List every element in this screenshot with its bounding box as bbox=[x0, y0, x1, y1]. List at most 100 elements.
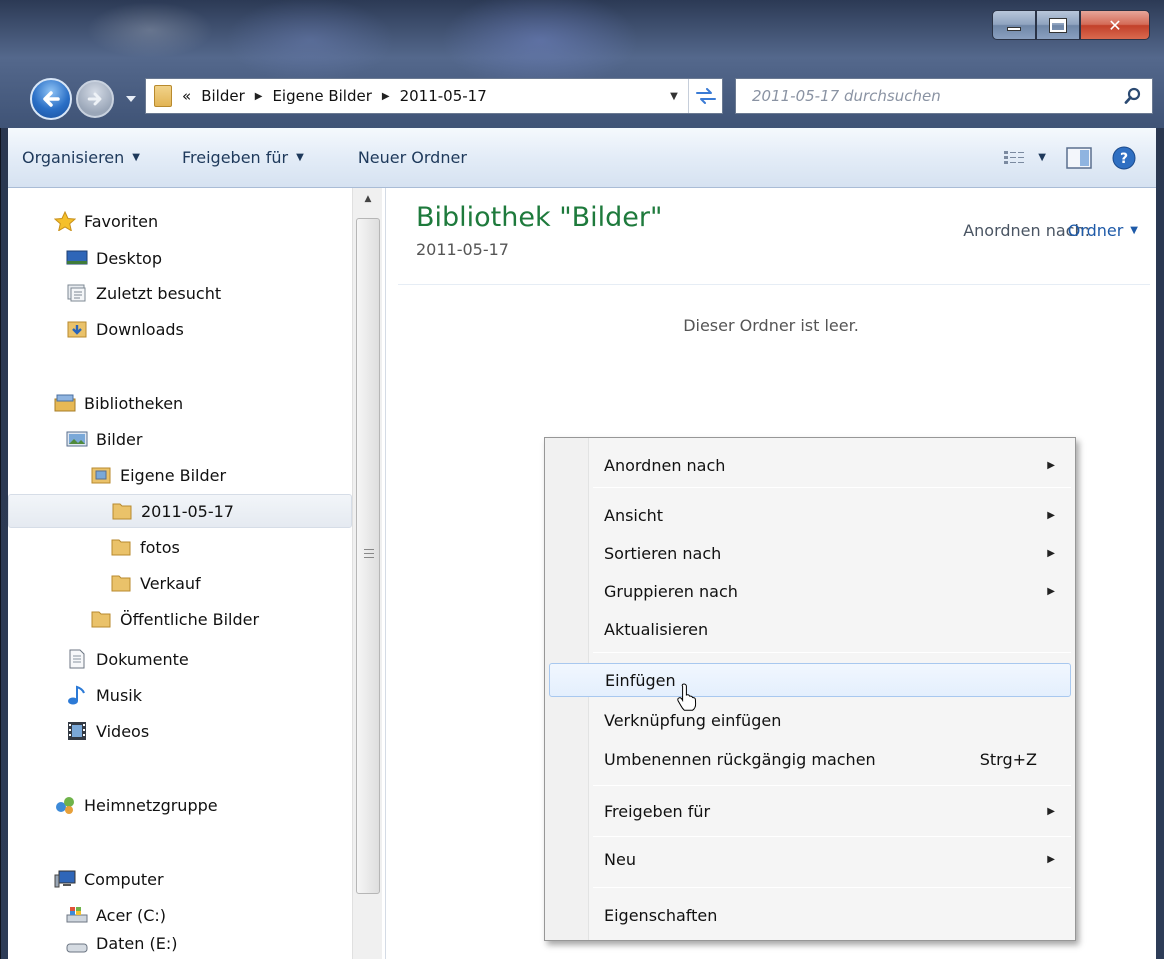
nav-computer[interactable]: Computer bbox=[54, 862, 164, 896]
folder-icon bbox=[112, 503, 132, 520]
submenu-arrow-icon: ▶ bbox=[1047, 805, 1055, 817]
menu-item-new[interactable]: Neu ▶ bbox=[549, 842, 1071, 876]
empty-folder-message: Dieser Ordner ist leer. bbox=[683, 316, 859, 335]
preview-pane-icon[interactable] bbox=[1066, 146, 1092, 169]
menu-item-undo-rename[interactable]: Umbenennen rückgängig machen Strg+Z bbox=[549, 742, 1071, 776]
menu-item-label: Aktualisieren bbox=[604, 619, 709, 639]
nav-drive-e-label: Daten (E:) bbox=[96, 934, 178, 953]
documents-icon bbox=[69, 649, 85, 669]
submenu-arrow-icon: ▶ bbox=[1047, 585, 1055, 597]
library-subtitle: 2011-05-17 bbox=[416, 240, 509, 259]
arrange-by-dropdown[interactable]: Ordner ▼ bbox=[1068, 221, 1138, 240]
breadcrumb-eigene-bilder[interactable]: Eigene Bilder bbox=[272, 87, 371, 105]
arrange-by-value: Ordner bbox=[1067, 221, 1124, 240]
desktop-icon bbox=[66, 250, 88, 265]
nav-drive-e[interactable]: Daten (E:) bbox=[66, 932, 177, 959]
menu-item-label: Freigeben für bbox=[604, 801, 711, 821]
nav-my-pictures[interactable]: Eigene Bilder bbox=[90, 458, 226, 492]
menu-item-arrange-by[interactable]: Anordnen nach ▶ bbox=[549, 448, 1071, 482]
nav-recent-places[interactable]: Zuletzt besucht bbox=[66, 276, 221, 310]
grip-icon bbox=[364, 549, 374, 561]
nav-downloads-label: Downloads bbox=[96, 319, 184, 339]
nav-folder-selected-label: 2011-05-17 bbox=[141, 501, 234, 521]
nav-music[interactable]: Musik bbox=[66, 678, 142, 712]
nav-videos-label: Videos bbox=[96, 721, 150, 741]
search-box[interactable]: 2011-05-17 durchsuchen bbox=[735, 78, 1153, 114]
back-button[interactable] bbox=[30, 78, 72, 120]
nav-desktop-label: Desktop bbox=[96, 248, 162, 268]
nav-homegroup[interactable]: Heimnetzgruppe bbox=[54, 788, 218, 822]
breadcrumb-current-folder[interactable]: 2011-05-17 bbox=[400, 87, 487, 105]
nav-public-pictures-label: Öffentliche Bilder bbox=[120, 609, 260, 629]
chevron-down-icon bbox=[126, 96, 136, 102]
maximize-button[interactable] bbox=[1036, 10, 1080, 40]
nav-videos[interactable]: Videos bbox=[66, 714, 149, 748]
close-button[interactable]: ✕ bbox=[1080, 10, 1150, 40]
chevron-down-icon: ▼ bbox=[132, 152, 140, 163]
share-with-button[interactable]: Freigeben für ▼ bbox=[170, 148, 316, 167]
libraries-icon bbox=[54, 394, 76, 412]
scroll-up-button[interactable]: ▲ bbox=[353, 188, 383, 212]
computer-icon bbox=[54, 870, 76, 888]
help-icon[interactable]: ? bbox=[1112, 146, 1136, 170]
refresh-button[interactable] bbox=[688, 79, 722, 113]
nav-drive-c[interactable]: Acer (C:) bbox=[66, 898, 166, 932]
search-icon[interactable] bbox=[1124, 87, 1142, 105]
menu-item-label: Neu bbox=[604, 849, 636, 869]
folder-icon bbox=[91, 611, 111, 628]
folder-icon bbox=[111, 539, 131, 556]
menu-separator bbox=[593, 487, 1071, 488]
command-bar: Organisieren ▼ Freigeben für ▼ Neuer Ord… bbox=[8, 128, 1156, 188]
address-dropdown-button[interactable]: ▼ bbox=[660, 91, 688, 102]
organize-label: Organisieren bbox=[22, 148, 125, 167]
breadcrumb-arrow-icon[interactable]: ▶ bbox=[382, 91, 390, 102]
nav-libraries[interactable]: Bibliotheken bbox=[54, 386, 183, 420]
folder-icon bbox=[111, 575, 131, 592]
refresh-icon bbox=[695, 88, 716, 104]
menu-item-share-with[interactable]: Freigeben für ▶ bbox=[549, 794, 1071, 828]
nav-pictures[interactable]: Bilder bbox=[66, 422, 142, 456]
menu-item-refresh[interactable]: Aktualisieren bbox=[549, 612, 1071, 646]
recent-pages-dropdown[interactable] bbox=[120, 88, 142, 110]
nav-favorites[interactable]: Favoriten bbox=[54, 204, 158, 238]
nav-folder-verkauf-label: Verkauf bbox=[140, 573, 201, 593]
menu-item-label: Umbenennen rückgängig machen bbox=[604, 749, 876, 769]
menu-item-group-by[interactable]: Gruppieren nach ▶ bbox=[549, 574, 1071, 608]
menu-item-paste-shortcut[interactable]: Verknüpfung einfügen bbox=[549, 703, 1071, 737]
back-arrow-icon bbox=[43, 91, 60, 107]
submenu-arrow-icon: ▶ bbox=[1047, 853, 1055, 865]
music-note-icon bbox=[68, 685, 85, 705]
pictures-library-icon bbox=[66, 431, 88, 447]
chevron-down-icon: ▼ bbox=[1038, 152, 1046, 163]
breadcrumb-bilder[interactable]: Bilder bbox=[201, 87, 245, 105]
nav-folder-fotos[interactable]: fotos bbox=[110, 530, 180, 564]
breadcrumb-arrow-icon[interactable]: ▶ bbox=[255, 91, 263, 102]
nav-downloads[interactable]: Downloads bbox=[66, 312, 184, 346]
nav-folder-selected[interactable]: 2011-05-17 bbox=[8, 494, 352, 528]
nav-public-pictures[interactable]: Öffentliche Bilder bbox=[90, 602, 259, 636]
menu-item-properties[interactable]: Eigenschaften bbox=[549, 898, 1071, 932]
organize-button[interactable]: Organisieren ▼ bbox=[10, 148, 152, 167]
address-overflow[interactable]: « bbox=[182, 87, 191, 105]
forward-button[interactable] bbox=[76, 80, 114, 118]
scrollbar-thumb[interactable] bbox=[356, 218, 380, 894]
menu-item-shortcut: Strg+Z bbox=[979, 749, 1037, 769]
menu-item-paste[interactable]: Einfügen bbox=[549, 663, 1071, 697]
menu-separator bbox=[593, 887, 1071, 888]
nav-documents[interactable]: Dokumente bbox=[66, 642, 189, 676]
menu-item-view[interactable]: Ansicht ▶ bbox=[549, 498, 1071, 532]
nav-scrollbar[interactable]: ▲ bbox=[352, 188, 382, 959]
nav-desktop[interactable]: Desktop bbox=[66, 241, 162, 275]
menu-item-sort-by[interactable]: Sortieren nach ▶ bbox=[549, 536, 1071, 570]
new-folder-button[interactable]: Neuer Ordner bbox=[346, 148, 479, 167]
star-icon bbox=[54, 211, 76, 231]
drive-icon bbox=[66, 943, 88, 953]
nav-homegroup-label: Heimnetzgruppe bbox=[84, 795, 218, 815]
minimize-button[interactable] bbox=[992, 10, 1036, 40]
change-view-button[interactable]: ▼ bbox=[1004, 150, 1046, 166]
menu-separator bbox=[593, 836, 1071, 837]
address-bar[interactable]: « Bilder ▶ Eigene Bilder ▶ 2011-05-17 ▼ bbox=[145, 78, 723, 114]
downloads-folder-icon bbox=[67, 321, 87, 338]
search-input[interactable]: 2011-05-17 durchsuchen bbox=[752, 87, 941, 105]
nav-folder-verkauf[interactable]: Verkauf bbox=[110, 566, 201, 600]
